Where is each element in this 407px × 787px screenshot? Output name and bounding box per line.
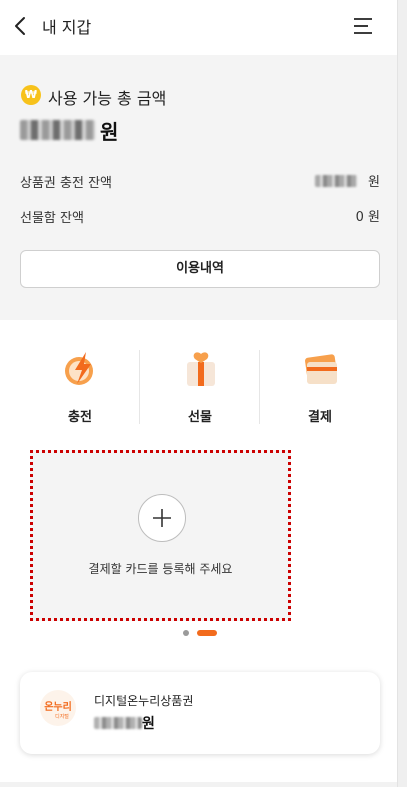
top-app-bar: 내 지갑 bbox=[0, 0, 397, 52]
gift-box-icon bbox=[187, 352, 215, 386]
plus-icon bbox=[153, 509, 171, 527]
voucher-charge-balance-unit: 원 bbox=[368, 175, 380, 190]
voucher-charge-balance-row: 상품권 충전 잔액 원 bbox=[20, 170, 380, 191]
usage-history-button[interactable]: 이용내역 bbox=[20, 250, 380, 288]
payment-button[interactable]: 결제 bbox=[260, 350, 380, 430]
register-card-slot[interactable]: 결제할 카드를 등록해 주세요 bbox=[30, 450, 291, 621]
onnuri-logo-subtext: 디지털 bbox=[55, 713, 69, 720]
digital-onnuri-voucher-card[interactable]: 온누리 디지털 디지털온누리상품권 원 bbox=[20, 672, 380, 754]
gift-box-balance-label: 선물함 잔액 bbox=[20, 211, 84, 226]
voucher-charge-balance-label: 상품권 충전 잔액 bbox=[20, 176, 112, 191]
gift-box-balance-value: 0 원 bbox=[356, 206, 380, 225]
hamburger-menu-icon bbox=[354, 18, 372, 34]
lightning-charge-icon bbox=[65, 352, 93, 385]
payment-label: 결제 bbox=[308, 410, 332, 425]
voucher-balance-unit: 원 bbox=[142, 716, 155, 732]
masked-total-value bbox=[20, 120, 95, 140]
available-amount-label: 사용 가능 총 금액 bbox=[48, 89, 167, 108]
payment-card-icon bbox=[305, 354, 337, 384]
register-card-text: 결제할 카드를 등록해 주세요 bbox=[88, 562, 233, 576]
onnuri-logo-text: 온누리 bbox=[44, 700, 72, 713]
pager-dot[interactable] bbox=[183, 630, 189, 636]
balance-section: ₩ 사용 가능 총 금액 원 상품권 충전 잔액 원 선물함 잔액 0 원 이용… bbox=[0, 55, 397, 320]
won-coin-icon: ₩ bbox=[21, 85, 41, 105]
gift-box-balance-unit: 원 bbox=[368, 210, 380, 225]
onnuri-logo-icon: 온누리 디지털 bbox=[40, 690, 76, 726]
pager-dot-active[interactable] bbox=[197, 630, 217, 636]
gift-box-balance-amount: 0 bbox=[355, 210, 364, 225]
charge-button[interactable]: 충전 bbox=[20, 350, 140, 430]
total-amount-unit: 원 bbox=[100, 120, 119, 144]
menu-button[interactable] bbox=[352, 15, 376, 37]
gift-button[interactable]: 선물 bbox=[140, 350, 260, 430]
wallet-screen: 내 지갑 ₩ 사용 가능 총 금액 원 상품권 충전 잔액 원 선물함 잔액 0… bbox=[0, 0, 397, 787]
onnuri-logo-graphic: 온누리 디지털 bbox=[44, 700, 72, 720]
scrollbar-track[interactable] bbox=[397, 0, 407, 787]
bottom-divider bbox=[0, 782, 397, 787]
action-menu: 충전 선물 결제 bbox=[20, 350, 380, 430]
masked-voucher-balance bbox=[94, 717, 142, 729]
charge-label: 충전 bbox=[68, 410, 92, 425]
gift-box-balance-row: 선물함 잔액 0 원 bbox=[20, 205, 380, 226]
add-card-button[interactable] bbox=[138, 494, 186, 542]
chevron-left-icon bbox=[15, 17, 25, 35]
voucher-name: 디지털온누리상품권 bbox=[94, 694, 194, 708]
page-title: 내 지갑 bbox=[42, 18, 92, 37]
gift-label: 선물 bbox=[188, 410, 212, 425]
back-button[interactable] bbox=[10, 12, 36, 40]
masked-charge-balance-value bbox=[315, 175, 357, 187]
